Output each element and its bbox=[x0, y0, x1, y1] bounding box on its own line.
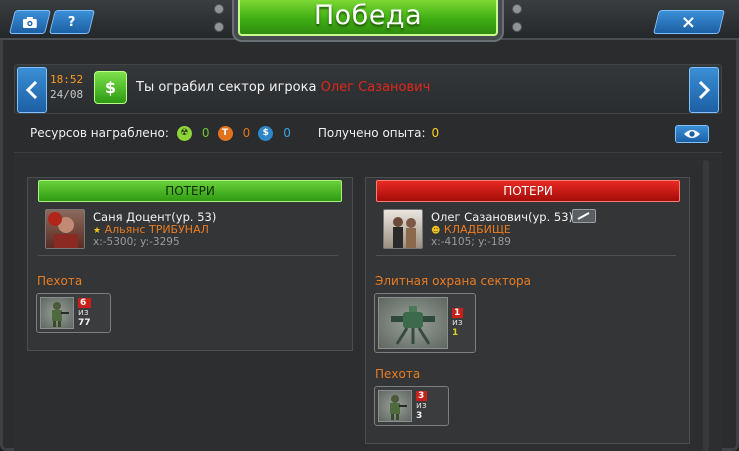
money-icon: $ bbox=[258, 125, 274, 141]
player-name[interactable]: Олег Сазанович(ур. 53) bbox=[431, 210, 573, 224]
unit-count: 1 из 1 bbox=[452, 308, 463, 338]
screenshot-button[interactable] bbox=[9, 10, 51, 34]
infantry-icon bbox=[40, 297, 74, 329]
unit-card-infantry[interactable]: 3 из 3 bbox=[374, 386, 449, 426]
section-infantry-label: Пехота bbox=[375, 367, 421, 381]
attacker-losses-header: ПОТЕРИ bbox=[38, 180, 342, 202]
unit-lost: 6 bbox=[78, 298, 91, 308]
scrollbar[interactable] bbox=[703, 160, 709, 451]
unit-count: 3 из 3 bbox=[416, 391, 427, 421]
view-button[interactable] bbox=[675, 125, 709, 143]
bolt-icon bbox=[512, 4, 522, 14]
event-message-text: Ты ограбил сектор игрока bbox=[136, 80, 317, 95]
event-time: 18:52 bbox=[50, 73, 84, 86]
attacker-info: Саня Доцент(ур. 53) ★ Альянс ТРИБУНАЛ x:… bbox=[38, 206, 338, 256]
bolt-icon bbox=[214, 22, 224, 32]
skull-icon: ☻ bbox=[431, 226, 441, 236]
unit-of: из bbox=[416, 401, 427, 411]
help-button[interactable]: ? bbox=[49, 10, 95, 34]
chevron-right-icon bbox=[698, 81, 710, 99]
unit-of: из bbox=[452, 318, 463, 328]
robbery-icon: $ bbox=[94, 71, 127, 104]
page-title: Победа bbox=[313, 0, 423, 31]
bolt-icon bbox=[214, 4, 224, 14]
title-plate: Победа bbox=[238, 0, 498, 36]
event-message: Ты ограбил сектор игрока Олег Сазанович bbox=[136, 80, 430, 95]
nuke-value: 0 bbox=[201, 126, 210, 140]
alliance-label: КЛАДБИЩЕ bbox=[443, 223, 511, 236]
resources-row: Ресурсов награблено: ☢ 0 T 0 $ 0 Получен… bbox=[30, 125, 439, 141]
player-coords[interactable]: x:-4105; y:-189 bbox=[431, 236, 511, 248]
infantry-icon bbox=[378, 390, 412, 422]
turret-icon bbox=[378, 297, 448, 349]
avatar[interactable] bbox=[383, 209, 423, 249]
robbery-icon-label: $ bbox=[104, 78, 117, 97]
nuke-icon: ☢ bbox=[176, 125, 192, 141]
chevron-left-icon bbox=[26, 81, 38, 99]
titanium-icon: T bbox=[217, 125, 233, 141]
player-coords[interactable]: x:-5300; y:-3295 bbox=[93, 236, 180, 248]
unit-of: из bbox=[78, 308, 89, 318]
titanium-value: 0 bbox=[242, 126, 251, 140]
camera-icon bbox=[23, 16, 37, 28]
defender-info: Олег Сазанович(ур. 53) ☻ КЛАДБИЩЕ x:-410… bbox=[376, 206, 676, 256]
defender-losses-header: ПОТЕРИ bbox=[376, 180, 680, 202]
experience-label: Получено опыта: bbox=[317, 126, 426, 140]
unit-total: 1 bbox=[452, 328, 459, 338]
section-infantry-label: Пехота bbox=[37, 274, 83, 288]
alliance-name[interactable]: ★ Альянс ТРИБУНАЛ bbox=[93, 223, 209, 236]
alliance-name[interactable]: ☻ КЛАДБИЩЕ bbox=[431, 223, 511, 236]
unit-total: 77 bbox=[78, 318, 91, 328]
previous-event-button[interactable] bbox=[17, 67, 47, 113]
close-button[interactable]: × bbox=[653, 10, 725, 34]
resources-label: Ресурсов награблено: bbox=[30, 126, 169, 140]
next-event-button[interactable] bbox=[689, 67, 719, 113]
section-elite-guard-label: Элитная охрана сектора bbox=[375, 274, 532, 288]
event-player-link[interactable]: Олег Сазанович bbox=[321, 80, 431, 95]
money-value: 0 bbox=[283, 126, 291, 140]
player-name[interactable]: Саня Доцент(ур. 53) bbox=[93, 210, 216, 224]
close-icon: × bbox=[681, 11, 697, 33]
edit-icon[interactable] bbox=[572, 209, 596, 223]
experience-value: 0 bbox=[431, 126, 440, 140]
unit-lost: 1 bbox=[452, 308, 463, 318]
unit-card-elite-guard[interactable]: 1 из 1 bbox=[374, 293, 476, 353]
event-bar: 18:52 24/08 $ Ты ограбил сектор игрока О… bbox=[14, 64, 722, 114]
avatar[interactable] bbox=[45, 209, 85, 249]
unit-count: 6 из 77 bbox=[78, 298, 91, 328]
unit-card-infantry[interactable]: 6 из 77 bbox=[36, 293, 111, 333]
help-label: ? bbox=[68, 14, 76, 30]
alliance-label: Альянс ТРИБУНАЛ bbox=[104, 223, 209, 236]
unit-total: 3 bbox=[416, 411, 423, 421]
star-icon: ★ bbox=[93, 226, 102, 236]
event-date: 24/08 bbox=[50, 88, 84, 101]
unit-lost: 3 bbox=[416, 391, 427, 401]
eye-icon bbox=[684, 130, 700, 138]
bolt-icon bbox=[512, 22, 522, 32]
